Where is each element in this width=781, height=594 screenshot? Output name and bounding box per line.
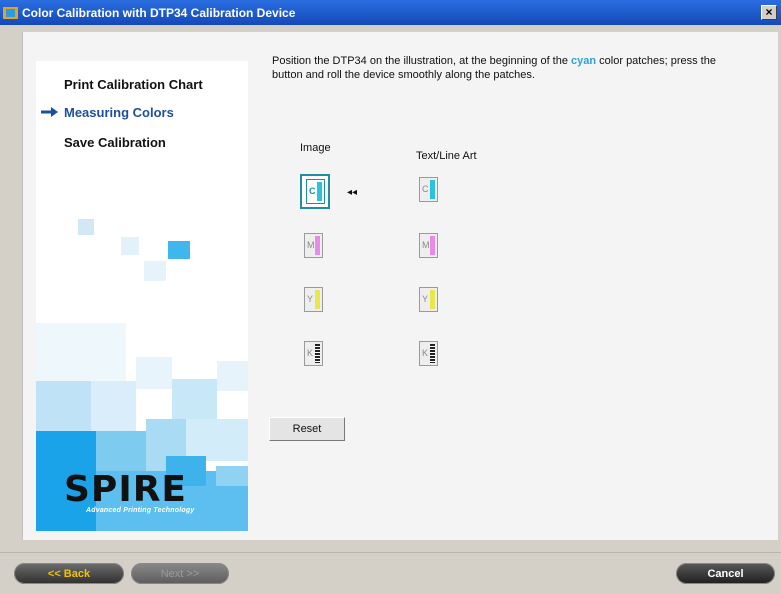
- spire-logo: SPIRE: [64, 469, 188, 510]
- instruction-highlight: cyan: [571, 55, 597, 67]
- reset-button[interactable]: Reset: [269, 417, 345, 441]
- patch-image-black[interactable]: K: [300, 338, 330, 373]
- wizard-sidebar: Print Calibration Chart Measuring Colors…: [36, 61, 248, 531]
- cancel-button[interactable]: Cancel: [676, 563, 775, 584]
- patch-image-magenta[interactable]: M: [300, 230, 330, 265]
- close-icon: ×: [765, 5, 773, 19]
- instructions-text: Position the DTP34 on the illustration, …: [272, 54, 742, 82]
- window-title: Color Calibration with DTP34 Calibration…: [22, 5, 296, 20]
- patch-text-cyan[interactable]: C: [415, 174, 445, 209]
- next-button[interactable]: Next >>: [131, 563, 229, 584]
- patch-text-magenta[interactable]: M: [415, 230, 445, 265]
- column-label-text-line-art: Text/Line Art: [416, 150, 477, 162]
- logo-tagline: Advanced Printing Technology: [86, 507, 195, 514]
- back-button[interactable]: << Back: [14, 563, 124, 584]
- patch-image-cyan[interactable]: C: [300, 174, 330, 209]
- close-button[interactable]: ×: [761, 5, 777, 20]
- title-bar: Color Calibration with DTP34 Calibration…: [0, 0, 781, 25]
- step-print-calibration-chart: Print Calibration Chart: [64, 77, 203, 92]
- current-patch-indicator-icon: ◂◂: [347, 187, 358, 198]
- instruction-part: Position the DTP34 on the illustration, …: [272, 55, 572, 67]
- column-label-image: Image: [300, 142, 331, 154]
- app-icon: [3, 6, 19, 20]
- patch-text-yellow[interactable]: Y: [415, 284, 445, 319]
- patch-image-yellow[interactable]: Y: [300, 284, 330, 319]
- button-bar: << Back Next >> Cancel: [0, 552, 781, 594]
- current-step-arrow-icon: [41, 107, 58, 117]
- patch-text-black[interactable]: K: [415, 338, 445, 373]
- step-measuring-colors: Measuring Colors: [64, 105, 174, 120]
- step-save-calibration: Save Calibration: [64, 135, 166, 150]
